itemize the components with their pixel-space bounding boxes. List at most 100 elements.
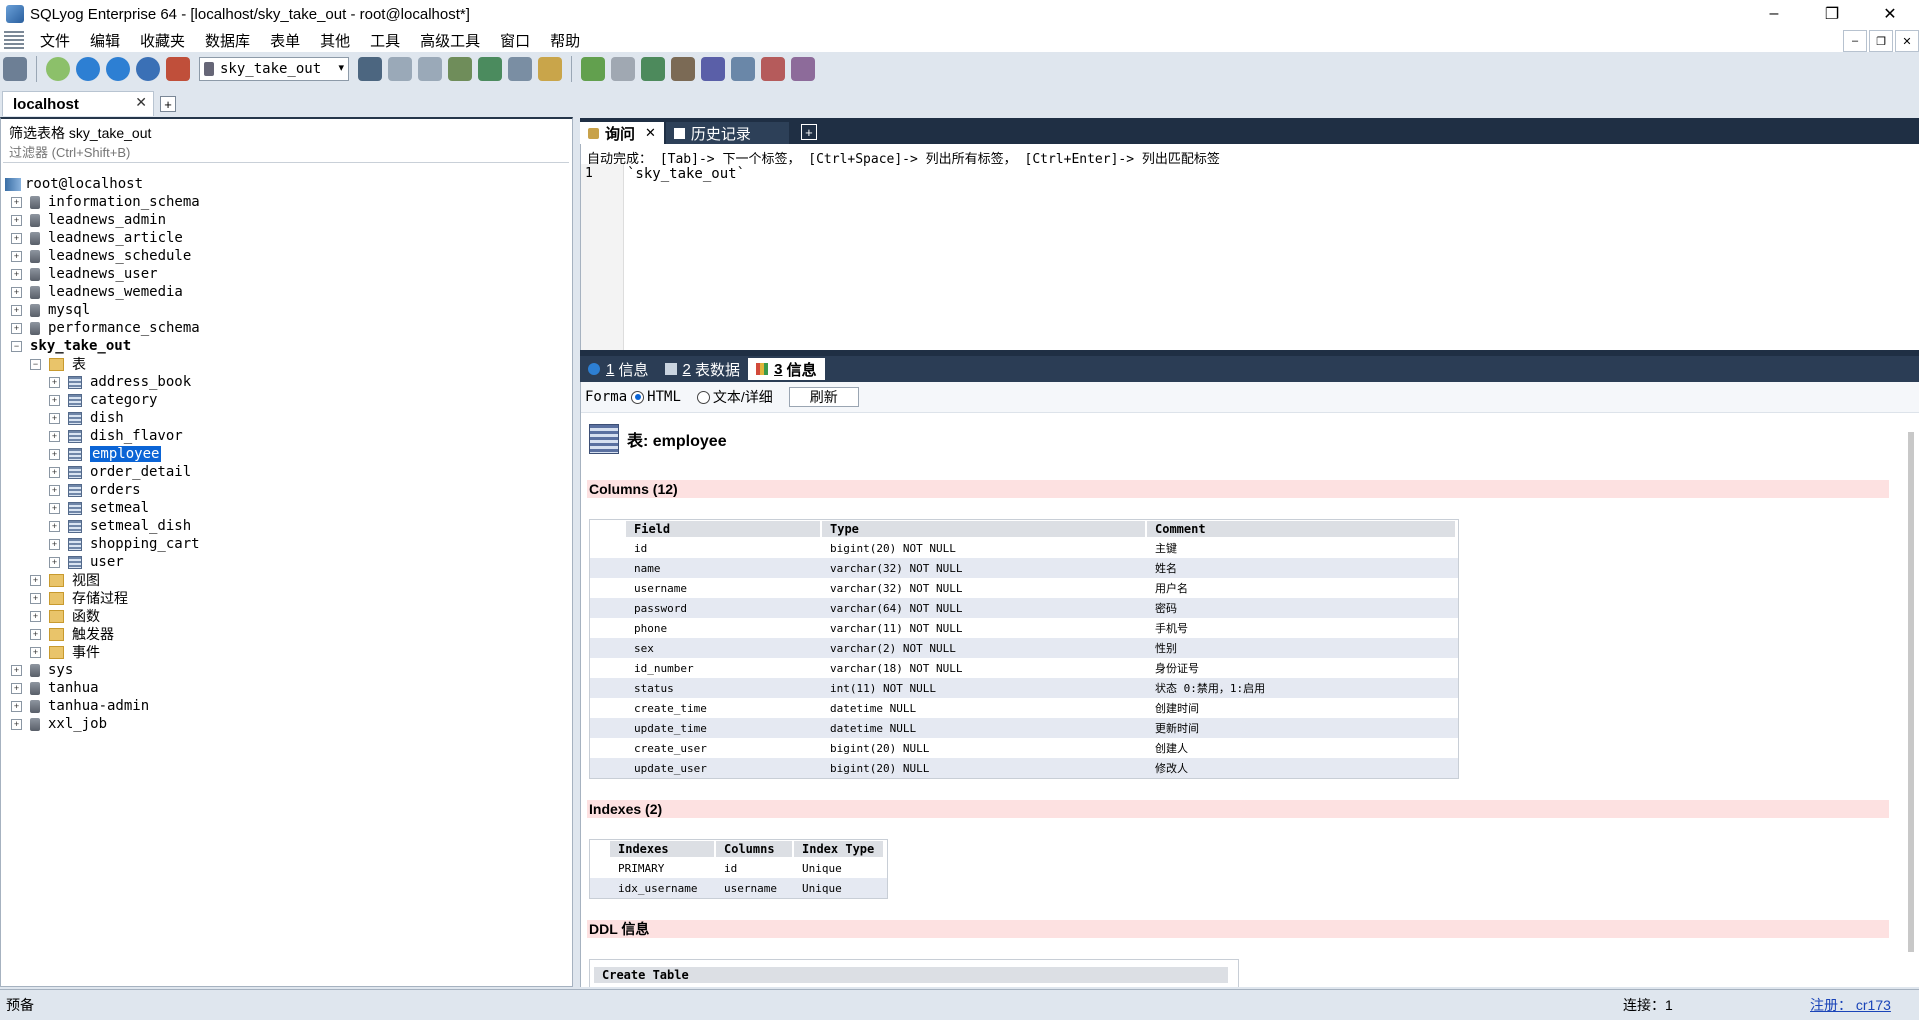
expand-icon[interactable]: + bbox=[11, 268, 22, 280]
tree-folder[interactable]: + 存储过程 bbox=[1, 589, 572, 607]
tree-db[interactable]: + leadnews_admin bbox=[1, 211, 572, 229]
restore-icon[interactable] bbox=[418, 57, 442, 81]
sql-text[interactable]: `sky_take_out` bbox=[627, 166, 745, 182]
synchronize-icon[interactable] bbox=[611, 57, 635, 81]
execute-icon[interactable] bbox=[76, 57, 100, 81]
expand-icon[interactable]: + bbox=[11, 718, 22, 730]
tree-tables-folder[interactable]: − 表 bbox=[1, 355, 572, 373]
tree-db[interactable]: + performance_schema bbox=[1, 319, 572, 337]
query-editor[interactable]: 自动完成： [Tab]-> 下一个标签， [Ctrl+Space]-> 列出所有… bbox=[580, 144, 1919, 350]
tree-db[interactable]: + leadnews_article bbox=[1, 229, 572, 247]
expand-icon[interactable]: + bbox=[49, 538, 60, 550]
tree-table[interactable]: + employee bbox=[1, 445, 572, 463]
close-icon[interactable]: ✕ bbox=[645, 125, 656, 141]
tree-table[interactable]: + address_book bbox=[1, 373, 572, 391]
query-builder-icon[interactable] bbox=[538, 57, 562, 81]
menu-database[interactable]: 数据库 bbox=[197, 30, 262, 51]
tab-table-data[interactable]: 2 表数据 bbox=[657, 358, 749, 380]
tree-db[interactable]: + xxl_job bbox=[1, 715, 572, 733]
menu-advanced-tools[interactable]: 高级工具 bbox=[412, 30, 492, 51]
menu-file[interactable]: 文件 bbox=[32, 30, 82, 51]
expand-icon[interactable]: + bbox=[11, 322, 22, 334]
expand-icon[interactable]: + bbox=[11, 700, 22, 712]
copy-database-icon[interactable] bbox=[581, 57, 605, 81]
tree-db-current[interactable]: − sky_take_out bbox=[1, 337, 572, 355]
explain-icon[interactable] bbox=[166, 57, 190, 81]
expand-icon[interactable]: + bbox=[30, 592, 41, 604]
tree-table[interactable]: + orders bbox=[1, 481, 572, 499]
stop-icon[interactable] bbox=[136, 57, 160, 81]
tree-db[interactable]: + mysql bbox=[1, 301, 572, 319]
mdi-close-button[interactable]: ✕ bbox=[1895, 30, 1919, 52]
export-icon[interactable] bbox=[478, 57, 502, 81]
expand-icon[interactable]: + bbox=[11, 664, 22, 676]
tree-table[interactable]: + shopping_cart bbox=[1, 535, 572, 553]
menu-tools[interactable]: 工具 bbox=[362, 30, 412, 51]
add-query-tab-icon[interactable]: + bbox=[800, 124, 817, 140]
tree-table[interactable]: + dish_flavor bbox=[1, 427, 572, 445]
tree-db[interactable]: + sys bbox=[1, 661, 572, 679]
user-manager-icon[interactable] bbox=[358, 57, 382, 81]
maximize-button[interactable]: ❐ bbox=[1803, 0, 1861, 28]
document-menu-icon[interactable] bbox=[4, 31, 24, 49]
tab-connection-localhost[interactable]: localhost ✕ bbox=[2, 91, 154, 116]
expand-icon[interactable]: + bbox=[11, 196, 22, 208]
expand-icon[interactable]: + bbox=[49, 520, 60, 532]
tab-table-info[interactable]: 3 信息 bbox=[748, 358, 825, 380]
expand-icon[interactable]: + bbox=[49, 394, 60, 406]
filter-input[interactable] bbox=[3, 143, 569, 163]
tree-table[interactable]: + user bbox=[1, 553, 572, 571]
tree-table[interactable]: + dish bbox=[1, 409, 572, 427]
job-agent-icon[interactable] bbox=[671, 57, 695, 81]
expand-icon[interactable]: + bbox=[11, 286, 22, 298]
menu-window[interactable]: 窗口 bbox=[492, 30, 542, 51]
menu-other[interactable]: 其他 bbox=[312, 30, 362, 51]
tree-db[interactable]: + information_schema bbox=[1, 193, 572, 211]
expand-icon[interactable]: + bbox=[49, 484, 60, 496]
menu-help[interactable]: 帮助 bbox=[542, 30, 592, 51]
format-text-radio[interactable] bbox=[696, 390, 710, 404]
close-icon[interactable]: ✕ bbox=[135, 94, 147, 111]
refresh-button[interactable]: 刷新 bbox=[788, 387, 859, 407]
tab-result-info[interactable]: 1 信息 bbox=[580, 358, 657, 380]
mdi-minimize-button[interactable]: – bbox=[1843, 30, 1867, 52]
database-select[interactable]: sky_take_out ▾ bbox=[199, 57, 349, 81]
report-icon[interactable] bbox=[761, 57, 785, 81]
tree-root[interactable]: root@localhost bbox=[1, 175, 572, 193]
expand-icon[interactable]: + bbox=[30, 628, 41, 640]
tree-table[interactable]: + setmeal bbox=[1, 499, 572, 517]
tree-table[interactable]: + setmeal_dish bbox=[1, 517, 572, 535]
minimize-button[interactable]: – bbox=[1745, 0, 1803, 28]
register-link[interactable]: 注册： cr173 bbox=[1810, 995, 1891, 1015]
format-html-radio[interactable] bbox=[631, 390, 645, 404]
expand-icon[interactable]: + bbox=[30, 646, 41, 658]
tree-folder[interactable]: + 事件 bbox=[1, 643, 572, 661]
tree-folder[interactable]: + 触发器 bbox=[1, 625, 572, 643]
tree-table[interactable]: + order_detail bbox=[1, 463, 572, 481]
expand-icon[interactable]: + bbox=[49, 376, 60, 388]
tree-folder[interactable]: + 函数 bbox=[1, 607, 572, 625]
tree-db[interactable]: + leadnews_user bbox=[1, 265, 572, 283]
mdi-restore-button[interactable]: ❐ bbox=[1869, 30, 1893, 52]
menu-table[interactable]: 表单 bbox=[262, 30, 312, 51]
expand-icon[interactable]: + bbox=[30, 574, 41, 586]
tree-db[interactable]: + tanhua-admin bbox=[1, 697, 572, 715]
expand-icon[interactable]: + bbox=[30, 610, 41, 622]
add-connection-tab-icon[interactable]: + bbox=[160, 96, 176, 112]
import-icon[interactable] bbox=[448, 57, 472, 81]
menu-favorites[interactable]: 收藏夹 bbox=[132, 30, 197, 51]
tree-db[interactable]: + tanhua bbox=[1, 679, 572, 697]
expand-icon[interactable]: + bbox=[11, 232, 22, 244]
expand-icon[interactable]: + bbox=[11, 304, 22, 316]
collapse-icon[interactable]: − bbox=[30, 358, 41, 370]
migration-icon[interactable] bbox=[701, 57, 725, 81]
close-button[interactable]: ✕ bbox=[1861, 0, 1919, 28]
menu-edit[interactable]: 编辑 bbox=[82, 30, 132, 51]
collapse-icon[interactable]: − bbox=[11, 340, 22, 352]
refresh-icon[interactable] bbox=[46, 57, 70, 81]
execute-all-icon[interactable] bbox=[106, 57, 130, 81]
expand-icon[interactable]: + bbox=[49, 502, 60, 514]
expand-icon[interactable]: + bbox=[49, 466, 60, 478]
tree-db[interactable]: + leadnews_wemedia bbox=[1, 283, 572, 301]
expand-icon[interactable]: + bbox=[49, 430, 60, 442]
